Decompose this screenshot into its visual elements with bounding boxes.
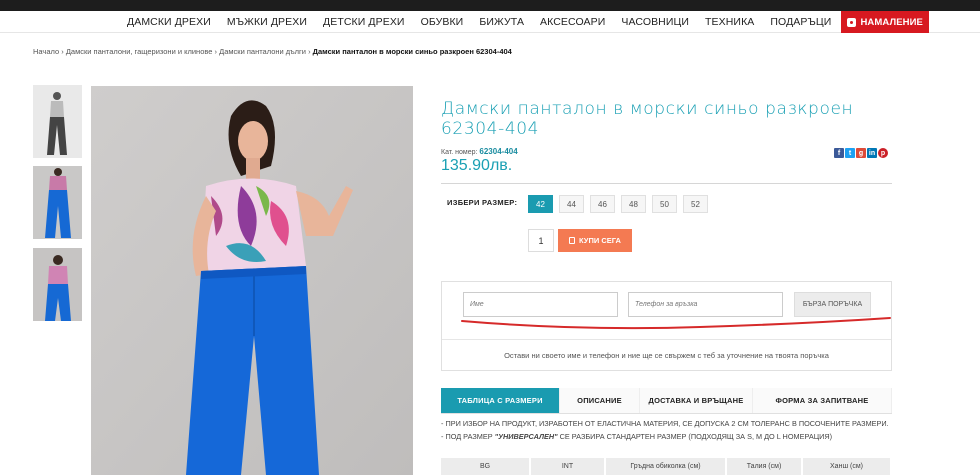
- product-title: Дамски панталон в морски синьо разкроен …: [441, 99, 854, 139]
- breadcrumb-current: Дамски панталон в морски синьо разкроен …: [312, 47, 512, 56]
- divider: [442, 339, 891, 340]
- table-header-cell: Гръдна обиколка (см): [606, 458, 727, 475]
- nav-item-tech[interactable]: ТЕХНИКА: [697, 16, 762, 28]
- quick-order-button[interactable]: БЪРЗА ПОРЪЧКА: [794, 292, 871, 317]
- size-option-44[interactable]: 44: [559, 195, 584, 213]
- phone-input[interactable]: Телефон за връзка: [628, 292, 783, 317]
- product-thumbnail[interactable]: [33, 248, 82, 321]
- tag-icon: [847, 17, 857, 27]
- nav-item-jewelry[interactable]: БИЖУТА: [471, 16, 532, 28]
- size-option-50[interactable]: 50: [652, 195, 677, 213]
- nav-item-kids[interactable]: ДЕТСКИ ДРЕХИ: [315, 16, 413, 28]
- shopping-bag-icon: [569, 237, 576, 244]
- table-header-cell: BG: [441, 458, 531, 475]
- linkedin-icon[interactable]: in: [867, 148, 877, 158]
- product-thumbnail[interactable]: [33, 85, 82, 158]
- google-plus-icon[interactable]: g: [856, 148, 866, 158]
- name-input[interactable]: Име: [463, 292, 618, 317]
- nav-item-gifts[interactable]: ПОДАРЪЦИ: [762, 16, 839, 28]
- share-buttons: f t g in p: [834, 148, 888, 158]
- product-price: 135.90лв.: [441, 157, 513, 174]
- tab-description[interactable]: ОПИСАНИЕ: [560, 388, 640, 413]
- main-navigation: ДАМСКИ ДРЕХИ МЪЖКИ ДРЕХИ ДЕТСКИ ДРЕХИ ОБ…: [0, 11, 980, 33]
- pinterest-icon[interactable]: p: [878, 148, 888, 158]
- sale-label: НАМАЛЕНИЕ: [860, 16, 923, 28]
- buy-now-button[interactable]: КУПИ СЕГА: [558, 229, 632, 252]
- red-underline-annotation: [461, 317, 891, 330]
- breadcrumb-home[interactable]: Начало: [33, 47, 59, 56]
- nav-item-women[interactable]: ДАМСКИ ДРЕХИ: [119, 16, 219, 28]
- nav-item-men[interactable]: МЪЖКИ ДРЕХИ: [219, 16, 315, 28]
- size-selector: 42 44 46 48 50 52: [528, 195, 708, 213]
- size-option-46[interactable]: 46: [590, 195, 615, 213]
- table-header-cell: Ханш (см): [803, 458, 892, 475]
- divider: [441, 183, 892, 184]
- size-option-42[interactable]: 42: [528, 195, 553, 213]
- product-main-image[interactable]: [91, 86, 413, 475]
- size-chart-notes: - ПРИ ИЗБОР НА ПРОДУКТ, ИЗРАБОТЕН ОТ ЕЛА…: [441, 419, 892, 445]
- twitter-icon[interactable]: t: [845, 148, 855, 158]
- tab-delivery-returns[interactable]: ДОСТАВКА И ВРЪЩАНЕ: [640, 388, 753, 413]
- quantity-input[interactable]: 1: [528, 229, 554, 252]
- nav-item-watches[interactable]: ЧАСОВНИЦИ: [613, 16, 697, 28]
- product-tabs: ТАБЛИЦА С РАЗМЕРИ ОПИСАНИЕ ДОСТАВКА И ВР…: [441, 388, 892, 414]
- buy-now-label: КУПИ СЕГА: [579, 236, 621, 245]
- size-label: ИЗБЕРИ РАЗМЕР:: [447, 198, 518, 207]
- tab-inquiry-form[interactable]: ФОРМА ЗА ЗАПИТВАНЕ: [753, 388, 892, 413]
- facebook-icon[interactable]: f: [834, 148, 844, 158]
- size-option-52[interactable]: 52: [683, 195, 708, 213]
- tab-size-chart[interactable]: ТАБЛИЦА С РАЗМЕРИ: [441, 388, 560, 413]
- table-header-cell: INT: [531, 458, 606, 475]
- breadcrumb-level2[interactable]: Дамски панталони дълги: [219, 47, 306, 56]
- breadcrumb-level1[interactable]: Дамски панталони, гащеризони и клинове: [66, 47, 213, 56]
- nav-item-shoes[interactable]: ОБУВКИ: [413, 16, 472, 28]
- nav-item-sale[interactable]: НАМАЛЕНИЕ: [841, 11, 929, 33]
- catalog-number-value: 62304-404: [479, 147, 518, 156]
- nav-item-accessories[interactable]: АКСЕСОАРИ: [532, 16, 613, 28]
- size-option-48[interactable]: 48: [621, 195, 646, 213]
- top-bar: [0, 0, 980, 11]
- table-header-cell: Талия (см): [727, 458, 803, 475]
- catalog-number: Кат. номер: 62304-404: [441, 147, 518, 156]
- breadcrumb: Начало › Дамски панталони, гащеризони и …: [33, 47, 512, 56]
- product-thumbnail[interactable]: [33, 166, 82, 239]
- size-table-header: BG INT Гръдна обиколка (см) Талия (см) Х…: [441, 458, 892, 475]
- quick-order-note: Остави ни своето име и телефон и ние ще …: [504, 351, 829, 360]
- size-rule-1: - ПРИ ИЗБОР НА ПРОДУКТ, ИЗРАБОТЕН ОТ ЕЛА…: [441, 419, 889, 428]
- size-rule-2: - ПОД РАЗМЕР "УНИВЕРСАЛЕН" СЕ РАЗБИРА СТ…: [441, 432, 833, 441]
